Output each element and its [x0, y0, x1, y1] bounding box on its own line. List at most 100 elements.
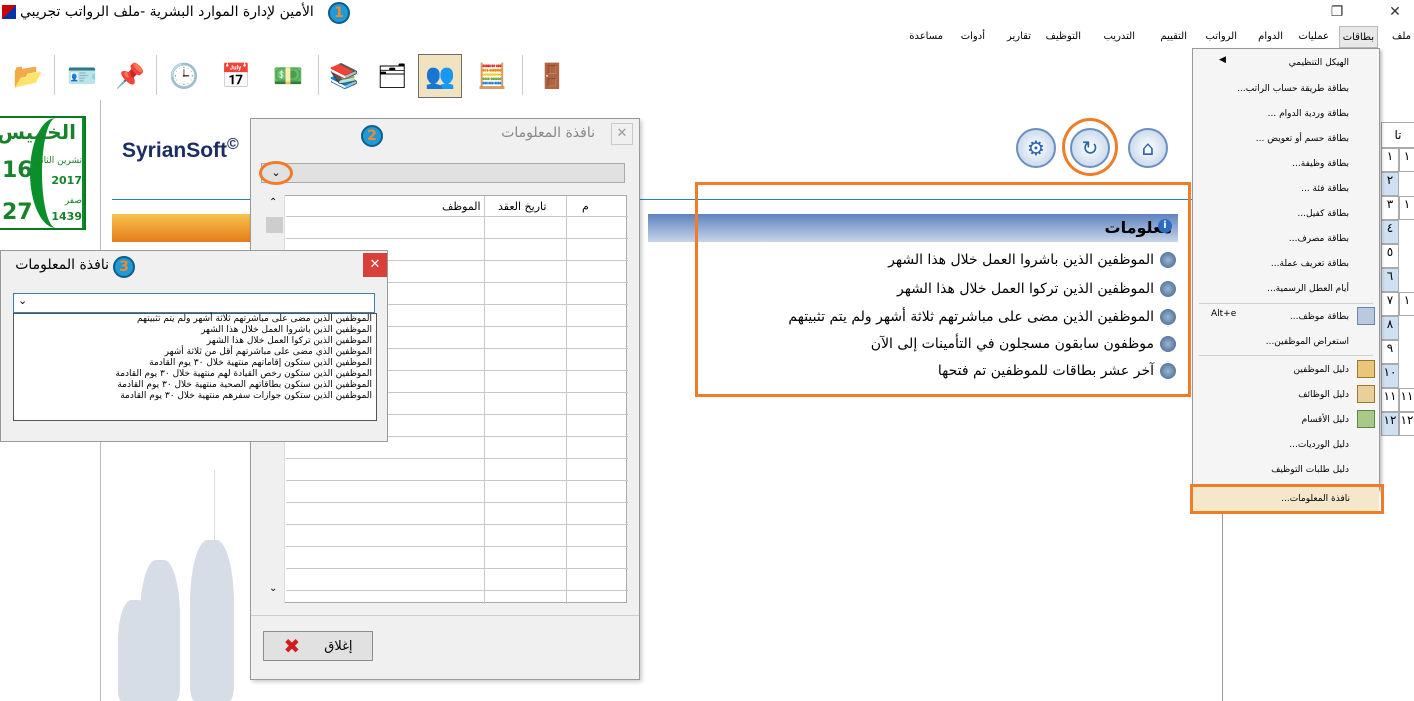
scroll-up-icon[interactable]: ⌃	[269, 197, 277, 208]
option-license-expiring[interactable]: الموظفين الذين ستكون رخص القيادة لهم منت…	[14, 369, 376, 380]
menu-item-shift-card[interactable]: بطاقة وردية الدوام ...	[1268, 104, 1349, 124]
menu-item-org-structure[interactable]: الهيكل التنظيمي	[1289, 53, 1349, 73]
menu-tools[interactable]: أدوات	[958, 26, 988, 48]
window-title: نافذة المعلومات	[15, 257, 109, 273]
employee-card-icon[interactable]: 🪪	[60, 54, 104, 98]
menu-item-bank-card[interactable]: بطاقة مصرف...	[1289, 229, 1349, 249]
grid-cell[interactable]: ٩	[1381, 340, 1399, 364]
grid-cell[interactable]: ١٢	[1381, 412, 1399, 436]
grid-cell[interactable]: ١	[1399, 292, 1414, 316]
menu-recruitment[interactable]: التوظيف	[1043, 26, 1084, 48]
folder-edit-icon[interactable]: 🗂	[370, 54, 414, 98]
grid-line	[286, 238, 628, 239]
menu-attendance[interactable]: الدوام	[1255, 26, 1286, 48]
menu-reports[interactable]: تقارير	[1004, 26, 1034, 48]
grid-cell[interactable]: ٥	[1381, 244, 1399, 268]
menu-item-job-card[interactable]: بطاقة وظيفة...	[1292, 154, 1349, 174]
info-link-label: الموظفين الذين مضى على مباشرتهم ثلاثة أش…	[788, 309, 1154, 325]
company-logo: SyrianSoft©	[122, 136, 239, 163]
grid-cell[interactable]: ١	[1399, 148, 1414, 172]
menu-item-sponsor-card[interactable]: بطاقة كفيل...	[1297, 204, 1349, 224]
close-button[interactable]: إغلاق ✖	[263, 631, 373, 661]
grid-cell[interactable]: ١	[1399, 196, 1414, 220]
option-unconfirmed-3-months[interactable]: الموظفين الذين مضى على مباشرتهم ثلاثة أش…	[14, 314, 376, 325]
grid-cell[interactable]: ١١	[1381, 388, 1399, 412]
app-icon	[2, 5, 16, 19]
add-pin-icon[interactable]: 📌	[108, 54, 152, 98]
option-health-card-expiring[interactable]: الموظفين الذين ستكون بطاقاتهم الصحية منت…	[14, 380, 376, 391]
grid-cell[interactable]: ١	[1381, 148, 1399, 172]
money-calculator-icon[interactable]: 💵	[266, 54, 310, 98]
chevron-down-icon[interactable]: ⌄	[259, 161, 293, 185]
menu-training[interactable]: التدريب	[1100, 26, 1138, 48]
info-type-select[interactable]	[261, 163, 625, 183]
scroll-down-icon[interactable]: ⌄	[269, 583, 277, 594]
menu-item-currency-card[interactable]: بطاقة تعريف عملة...	[1271, 254, 1349, 274]
grid-cell[interactable]: ١١	[1399, 388, 1414, 412]
option-started-this-month[interactable]: الموظفين الذين باشروا العمل خلال هذا الش…	[14, 325, 376, 336]
option-passport-expiring[interactable]: الموظفين الذين ستكون جوازات سفرهم منتهية…	[14, 391, 376, 402]
menu-separator	[1199, 303, 1373, 304]
settings-gear-icon[interactable]: ⚙	[1016, 128, 1056, 168]
menu-item-jobs-directory[interactable]: دليل الوظائف	[1298, 385, 1349, 405]
calendar-clock-icon[interactable]: 📅	[214, 54, 258, 98]
menu-help[interactable]: مساعدة	[906, 26, 946, 48]
restore-button[interactable]: ❐	[1322, 2, 1352, 22]
menu-item-salary-method[interactable]: بطاقة طريقة حساب الراتب...	[1237, 79, 1349, 99]
shortcut-label: Alt+e	[1211, 309, 1237, 319]
home-icon[interactable]: ⌂	[1128, 128, 1168, 168]
menu-bar: ملف بطاقات عمليات الدوام الرواتب التقييم…	[880, 26, 1414, 48]
calculator-icon[interactable]: 🧮	[470, 54, 514, 98]
logo-copyright: ©	[227, 136, 239, 153]
menu-cards[interactable]: بطاقات	[1338, 26, 1378, 48]
exit-door-icon[interactable]: 🚪	[530, 54, 574, 98]
grid-cell[interactable]: ٨	[1381, 316, 1399, 340]
option-left-this-month[interactable]: الموظفين الذين تركوا العمل خلال هذا الشه…	[14, 336, 376, 347]
close-window-button[interactable]: ✕	[1380, 2, 1410, 22]
grid-cell[interactable]: ٢	[1381, 172, 1399, 196]
option-residence-expiring[interactable]: الموظفين الذين ستكون إقاماتهم منتهية خلا…	[14, 358, 376, 369]
menu-item-applications-directory[interactable]: دليل طلبات التوظيف	[1271, 460, 1349, 480]
toolbar-separator	[522, 55, 523, 95]
close-icon[interactable]: ✕	[611, 123, 633, 145]
info-type-select[interactable]: ⌄	[13, 293, 375, 313]
menu-item-deduction-card[interactable]: بطاقة حسم أو تعويض ...	[1256, 129, 1349, 149]
info-link-former-insured[interactable]: موظفون سابقون مسجلون في التأمينات إلى ال…	[871, 334, 1176, 354]
menu-item-employee-card[interactable]: بطاقة موظف...	[1290, 307, 1349, 327]
grid-cell[interactable]: ٤	[1381, 220, 1399, 244]
grid-cell[interactable]: ٧	[1381, 292, 1399, 316]
folder-people-icon[interactable]: 👥	[418, 54, 462, 98]
menu-item-browse-employees[interactable]: استعراض الموظفين...	[1266, 332, 1349, 352]
info-link-last-opened-cards[interactable]: آخر عشر بطاقات للموظفين تم فتحها	[938, 361, 1176, 381]
departments-directory-icon	[1357, 410, 1375, 428]
info-link-new-employees[interactable]: الموظفين الذين باشروا العمل خلال هذا الش…	[888, 250, 1176, 270]
close-icon[interactable]: ✕	[363, 253, 387, 277]
menu-operations[interactable]: عمليات	[1295, 26, 1332, 48]
grid-cell[interactable]: ١٢	[1399, 412, 1414, 436]
logo-text: SyrianSoft	[122, 139, 228, 162]
scroll-thumb[interactable]	[266, 217, 283, 233]
info-type-options: الموظفين الذين مضى على مباشرتهم ثلاثة أش…	[13, 313, 377, 421]
info-link-unconfirmed-employees[interactable]: الموظفين الذين مضى على مباشرتهم ثلاثة أش…	[788, 307, 1176, 327]
column-header: م	[582, 200, 589, 213]
menu-item-employees-directory[interactable]: دليل الموظفين	[1293, 360, 1349, 380]
menu-file[interactable]: ملف	[1389, 26, 1414, 48]
grid-cell[interactable]: ٦	[1381, 268, 1399, 292]
search-people-icon	[1160, 281, 1176, 297]
chevron-down-icon[interactable]: ⌄	[18, 294, 27, 307]
info-link-left-employees[interactable]: الموظفين الذين تركوا العمل خلال هذا الشه…	[897, 279, 1176, 299]
grid-cell[interactable]: ١٠	[1381, 364, 1399, 388]
grid-line	[286, 546, 628, 547]
menu-evaluation[interactable]: التقييم	[1157, 26, 1190, 48]
option-less-than-3-months[interactable]: الموظفين الذي مضى على مباشرتهم أقل من ثل…	[14, 347, 376, 358]
clock-icon[interactable]: 🕒	[162, 54, 206, 98]
menu-item-category-card[interactable]: بطاقة فئة ...	[1301, 179, 1349, 199]
menu-item-holidays[interactable]: أيام العطل الرسمية...	[1267, 279, 1349, 299]
gregorian-month: تشرين الثاني	[33, 156, 82, 166]
books-icon[interactable]: 📚	[322, 54, 366, 98]
menu-item-departments-directory[interactable]: دليل الأقسام	[1302, 410, 1349, 430]
grid-cell[interactable]: ٣	[1381, 196, 1399, 220]
menu-item-shifts-directory[interactable]: دليل الورديات...	[1289, 435, 1349, 455]
refresh-folder-icon[interactable]: 📂	[6, 54, 50, 98]
menu-salaries[interactable]: الرواتب	[1202, 26, 1240, 48]
